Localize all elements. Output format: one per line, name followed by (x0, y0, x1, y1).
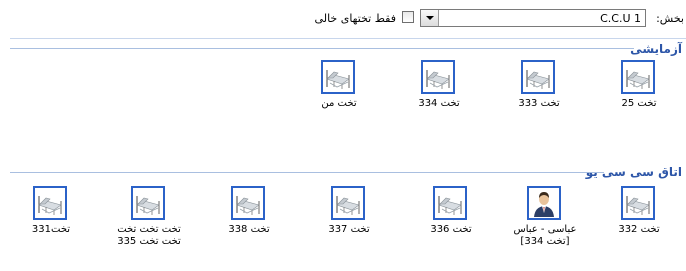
hospital-bed-icon (321, 60, 355, 94)
chevron-down-icon (426, 16, 434, 20)
patient-name: عباسی - عباس (513, 224, 577, 235)
patient-bed-ref: [تخت 334] (520, 236, 570, 247)
bed-label: تخت 336 (430, 224, 472, 235)
hospital-bed-icon (621, 60, 655, 94)
bed-label: تخت تخت تخت تخت تخت 335 (104, 224, 194, 248)
section-title: آزمایشی (630, 42, 682, 56)
hospital-bed-icon (331, 186, 365, 220)
hospital-bed-icon (231, 186, 265, 220)
hospital-bed-icon (33, 186, 67, 220)
ward-dropdown-button[interactable] (421, 10, 439, 26)
hospital-bed-icon (131, 186, 165, 220)
bed-label: تخت 338 (228, 224, 270, 235)
ward-select[interactable]: C.C.U 1 (420, 9, 646, 27)
empty-beds-label[interactable]: فقط تختهای خالی (315, 12, 396, 25)
bed-label-line2: تخت تخت 335 (117, 236, 181, 247)
bed-label: تخت من (321, 98, 357, 109)
hospital-bed-icon (521, 60, 555, 94)
bed-label: تخت 337 (328, 224, 370, 235)
toolbar-divider (10, 38, 686, 39)
bed-label-line1: تخت تخت تخت (117, 224, 181, 235)
bed-label: تخت 334 (418, 98, 460, 109)
patient-avatar-icon (527, 186, 561, 220)
bed-label: تخت 333 (518, 98, 560, 109)
bed-label: تخت 332 (618, 224, 660, 235)
bed-label: عباسی - عباس [تخت 334] (500, 224, 590, 248)
hospital-bed-icon (433, 186, 467, 220)
toolbar: بخش: C.C.U 1 فقط تختهای خالی (0, 4, 686, 30)
hospital-bed-icon (421, 60, 455, 94)
ward-label: بخش: (656, 12, 684, 25)
ward-select-value: C.C.U 1 (600, 12, 641, 25)
hospital-bed-icon (621, 186, 655, 220)
bed-label: تخت331 (31, 224, 71, 235)
section-divider (10, 48, 634, 49)
empty-beds-checkbox[interactable] (402, 11, 414, 23)
bed-label: تخت 25 (621, 98, 657, 109)
section-divider (10, 172, 604, 173)
